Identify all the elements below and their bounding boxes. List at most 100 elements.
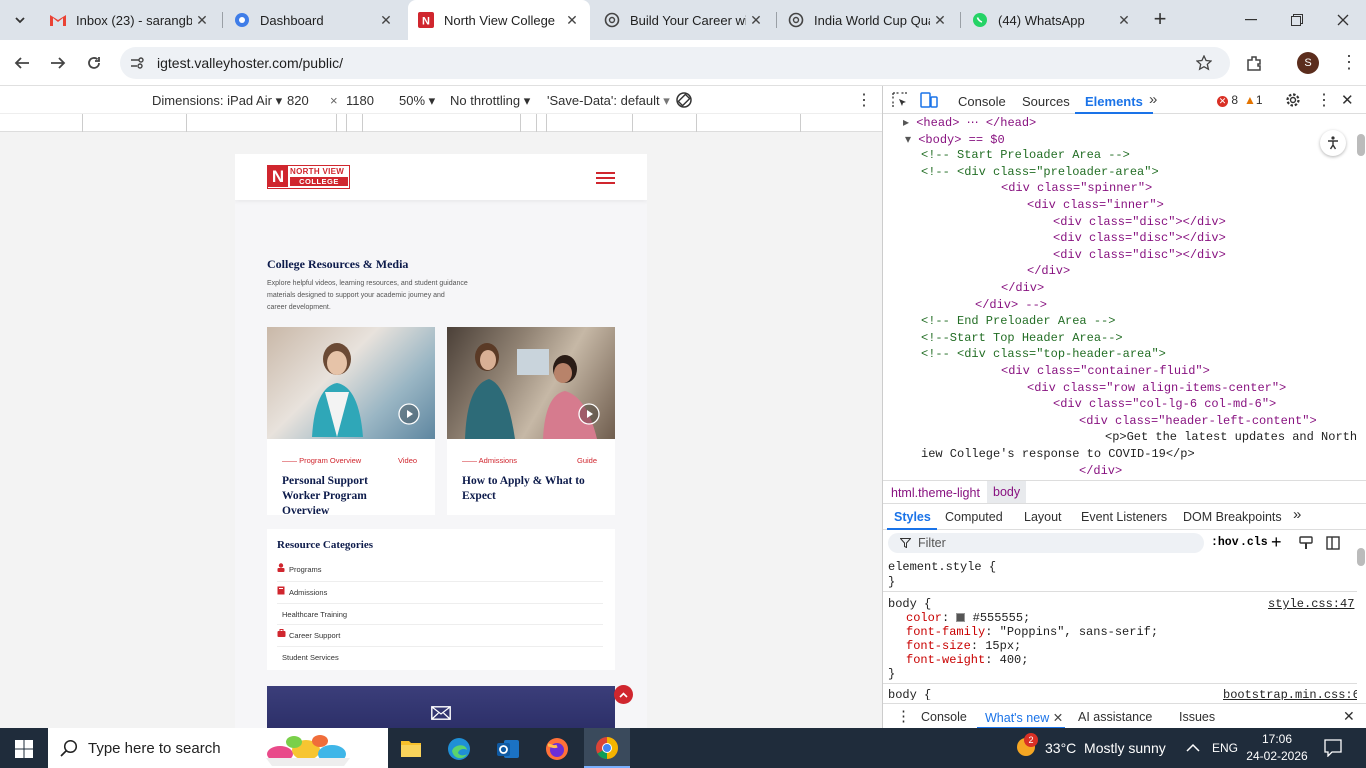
drawer-menu-icon[interactable]: ⋮: [896, 707, 911, 725]
taskbar-search[interactable]: Type here to search: [48, 728, 388, 768]
dom-line[interactable]: <div class="disc"></div>: [1053, 231, 1226, 248]
dom-line[interactable]: iew College's response to COVID-19</p>: [921, 447, 1195, 464]
tab-whatsapp[interactable]: (44) WhatsApp ✕: [962, 0, 1142, 40]
reload-icon[interactable]: [86, 55, 102, 71]
new-tab-button[interactable]: +: [1148, 8, 1172, 32]
task-view-icon[interactable]: [350, 738, 370, 758]
close-drawer-icon[interactable]: ✕: [1343, 708, 1355, 725]
dom-line[interactable]: <div class="row align-items-center">: [1027, 381, 1286, 398]
dom-line[interactable]: <div class="inner">: [1027, 198, 1164, 215]
devtools-menu-icon[interactable]: ⋮: [1316, 90, 1332, 110]
back-arrow-icon[interactable]: [14, 55, 30, 71]
style-source-link[interactable]: style.css:47: [1268, 597, 1354, 611]
dom-line[interactable]: <!-- <div class="preloader-area">: [921, 165, 1159, 182]
css-prop-font-weight[interactable]: font-weight: 400;: [906, 653, 1028, 667]
cls-toggle[interactable]: .cls: [1240, 536, 1268, 549]
tab-event-listeners[interactable]: Event Listeners: [1081, 510, 1167, 524]
dom-line[interactable]: </div>: [1079, 464, 1122, 476]
error-count[interactable]: ✕ 8: [1217, 93, 1238, 107]
css-prop-color[interactable]: color: #555555;: [906, 611, 1030, 625]
bookmark-star-icon[interactable]: [1196, 55, 1212, 71]
firefox-icon[interactable]: [545, 737, 569, 761]
drawer-tab-console[interactable]: Console: [921, 710, 967, 724]
category-item-healthcare[interactable]: Healthcare Training: [277, 604, 603, 625]
tab-india-world-cup[interactable]: India World Cup Qua ✕: [778, 0, 958, 40]
close-icon[interactable]: ✕: [562, 12, 582, 29]
dom-line[interactable]: </div>: [1027, 264, 1070, 281]
chrome-taskbar-button[interactable]: [584, 728, 630, 768]
close-icon[interactable]: ✕: [930, 12, 950, 29]
dom-line[interactable]: </div>: [1001, 281, 1044, 298]
expand-arrow-icon[interactable]: ▾: [905, 133, 918, 147]
tab-styles[interactable]: Styles: [894, 510, 931, 524]
hov-toggle[interactable]: :hov: [1211, 536, 1239, 549]
dom-line[interactable]: <div class="spinner">: [1001, 181, 1152, 198]
close-devtools-icon[interactable]: ✕: [1341, 91, 1354, 109]
expand-arrow-icon[interactable]: ▸: [903, 116, 916, 130]
drawer-tab-whats-new[interactable]: What's new ✕: [985, 710, 1063, 725]
width-input[interactable]: 820: [287, 93, 309, 108]
menu-kebab-icon[interactable]: ⋮: [1340, 52, 1358, 72]
device-toggle-icon[interactable]: [920, 92, 938, 108]
new-rule-icon[interactable]: +: [1271, 532, 1282, 553]
tab-dashboard[interactable]: Dashboard ✕: [224, 0, 404, 40]
more-panels-icon[interactable]: »: [1293, 506, 1301, 523]
dom-line[interactable]: ▾ <body> == $0: [905, 132, 1005, 149]
site-logo[interactable]: N NORTH VIEW COLLEGE: [267, 165, 350, 189]
crumb-html[interactable]: html.theme-light: [891, 486, 980, 500]
weather-text[interactable]: 33°C Mostly sunny: [1045, 740, 1166, 756]
accessibility-button[interactable]: [1320, 130, 1346, 156]
zoom-select[interactable]: 50% ▾: [399, 93, 435, 109]
devtools-tab-sources[interactable]: Sources: [1022, 94, 1070, 109]
scroll-top-button[interactable]: [614, 685, 633, 704]
close-icon[interactable]: ✕: [1053, 711, 1063, 725]
maximize-button[interactable]: [1274, 8, 1320, 32]
site-info-icon[interactable]: [130, 56, 144, 70]
color-swatch[interactable]: [956, 613, 966, 622]
close-window-button[interactable]: [1320, 8, 1366, 32]
rotate-icon[interactable]: [674, 90, 694, 110]
tab-layout[interactable]: Layout: [1024, 510, 1062, 524]
language-indicator[interactable]: ENG: [1212, 741, 1238, 755]
play-icon[interactable]: [578, 403, 600, 425]
dom-line[interactable]: <!-- End Preloader Area -->: [921, 314, 1115, 331]
settings-gear-icon[interactable]: [1285, 92, 1301, 108]
card-title[interactable]: How to Apply & What to Expect: [462, 474, 585, 504]
height-input[interactable]: 1180: [346, 93, 374, 108]
dom-line[interactable]: <p>Get the latest updates and North V: [1105, 430, 1357, 447]
url-text[interactable]: igtest.valleyhoster.com/public/: [157, 55, 343, 71]
profile-avatar[interactable]: S: [1297, 52, 1319, 74]
dom-line[interactable]: <div class="disc"></div>: [1053, 248, 1226, 265]
css-prop-font-family[interactable]: font-family: "Poppins", sans-serif;: [906, 625, 1158, 639]
dom-line[interactable]: <div class="header-left-content">: [1079, 414, 1317, 431]
address-bar[interactable]: igtest.valleyhoster.com/public/: [120, 47, 1230, 79]
clock-time[interactable]: 17:06: [1249, 732, 1305, 746]
dom-line[interactable]: </div> -->: [975, 298, 1047, 315]
drawer-tab-issues[interactable]: Issues: [1179, 710, 1215, 724]
drawer-tab-ai-assistance[interactable]: AI assistance: [1078, 710, 1152, 724]
dom-line[interactable]: <!--Start Top Header Area-->: [921, 331, 1123, 348]
crumb-body[interactable]: body: [987, 481, 1027, 503]
edge-icon[interactable]: [447, 737, 471, 761]
dom-line[interactable]: <!-- Start Preloader Area -->: [921, 148, 1130, 165]
device-more-icon[interactable]: ⋮: [856, 90, 872, 110]
sidebar-toggle-icon[interactable]: [1326, 536, 1340, 550]
card-title[interactable]: Personal Support Worker Program Overview: [282, 474, 368, 519]
close-icon[interactable]: ✕: [1114, 12, 1134, 29]
dom-line[interactable]: <div class="container-fluid">: [1001, 364, 1210, 381]
chevron-up-icon[interactable]: [1186, 743, 1200, 752]
tab-computed[interactable]: Computed: [945, 510, 1003, 524]
tab-gmail[interactable]: Inbox (23) - sarangba ✕: [40, 0, 220, 40]
close-icon[interactable]: ✕: [376, 12, 396, 29]
dom-scrollbar[interactable]: [1357, 120, 1365, 470]
body-rule-selector-2[interactable]: body {: [888, 688, 931, 700]
close-icon[interactable]: ✕: [746, 12, 766, 29]
category-item-programs[interactable]: Programs: [277, 561, 603, 582]
tab-build-career[interactable]: Build Your Career with ✕: [594, 0, 774, 40]
dom-line[interactable]: <!-- <div class="top-header-area">: [921, 347, 1166, 364]
devtools-tab-elements[interactable]: Elements: [1085, 94, 1143, 109]
clock-date[interactable]: 24-02-2026: [1245, 749, 1309, 763]
extensions-icon[interactable]: [1245, 54, 1263, 72]
outlook-icon[interactable]: [496, 737, 520, 761]
dom-line[interactable]: <div class="disc"></div>: [1053, 215, 1226, 232]
